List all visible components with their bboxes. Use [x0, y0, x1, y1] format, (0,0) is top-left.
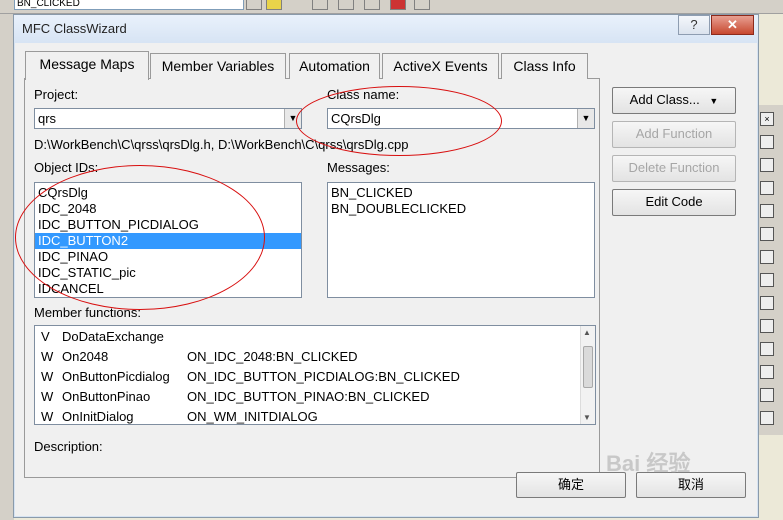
control-icon[interactable]: [760, 227, 774, 241]
member-functions-list[interactable]: V DoDataExchange W On2048 ON_IDC_2048:BN…: [34, 325, 596, 425]
add-function-button[interactable]: Add Function: [612, 121, 736, 148]
control-icon[interactable]: [760, 411, 774, 425]
messages-list[interactable]: BN_CLICKED BN_DOUBLECLICKED: [327, 182, 595, 298]
scroll-down-icon[interactable]: ▼: [583, 413, 591, 422]
tab-activex-events[interactable]: ActiveX Events: [382, 53, 499, 79]
control-icon[interactable]: [760, 250, 774, 264]
messages-label: Messages:: [327, 160, 390, 175]
control-icon[interactable]: [760, 342, 774, 356]
function-flag: W: [41, 389, 54, 404]
description-label: Description:: [34, 439, 103, 454]
function-map: ON_IDC_2048:BN_CLICKED: [187, 349, 358, 364]
list-item[interactable]: BN_DOUBLECLICKED: [328, 201, 594, 217]
toolbar-icon[interactable]: [390, 0, 406, 10]
function-map: ON_IDC_BUTTON_PINAO:BN_CLICKED: [187, 389, 430, 404]
tab-member-variables[interactable]: Member Variables: [150, 53, 286, 79]
toolbar-icon[interactable]: [364, 0, 380, 10]
table-row[interactable]: W OnButtonPinao ON_IDC_BUTTON_PINAO:BN_C…: [35, 387, 595, 407]
function-name: OnButtonPicdialog: [62, 369, 170, 384]
control-icon[interactable]: [760, 135, 774, 149]
control-icon[interactable]: [760, 204, 774, 218]
background-controls-toolbar: [755, 105, 783, 435]
background-left-panel: [0, 14, 14, 520]
add-class-button[interactable]: Add Class... ▼: [612, 87, 736, 114]
list-item[interactable]: BN_CLICKED: [328, 185, 594, 201]
toolbar-icon[interactable]: [414, 0, 430, 10]
project-combo[interactable]: qrs ▼: [34, 108, 302, 129]
add-class-label: Add Class...: [629, 92, 700, 107]
control-icon[interactable]: [760, 296, 774, 310]
project-label: Project:: [34, 87, 79, 102]
toolbar-close-icon[interactable]: ×: [760, 112, 774, 126]
control-icon[interactable]: [760, 273, 774, 287]
tab-message-maps[interactable]: Message Maps: [25, 51, 149, 80]
control-icon[interactable]: [760, 319, 774, 333]
dialog-title: MFC ClassWizard: [22, 21, 127, 36]
tab-automation[interactable]: Automation: [289, 53, 380, 79]
annotation-ellipse: [296, 86, 502, 156]
control-icon[interactable]: [760, 181, 774, 195]
delete-function-button[interactable]: Delete Function: [612, 155, 736, 182]
toolbar-icon[interactable]: [338, 0, 354, 10]
combo-dropdown-icon[interactable]: [246, 0, 262, 10]
function-map: ON_IDC_BUTTON_PICDIALOG:BN_CLICKED: [187, 369, 460, 384]
function-name: On2048: [62, 349, 109, 364]
annotation-ellipse: [15, 165, 265, 310]
edit-code-button[interactable]: Edit Code: [612, 189, 736, 216]
watermark: Bai 经验: [606, 451, 691, 476]
function-flag: W: [41, 369, 54, 384]
project-value: qrs: [38, 111, 57, 126]
function-name: DoDataExchange: [62, 329, 164, 344]
tab-class-info[interactable]: Class Info: [501, 53, 588, 79]
chevron-down-icon: ▼: [709, 96, 719, 106]
function-map: ON_WM_INITDIALOG: [187, 409, 318, 424]
control-icon[interactable]: [760, 388, 774, 402]
table-row[interactable]: V DoDataExchange: [35, 327, 595, 347]
chevron-down-icon[interactable]: ▼: [577, 109, 594, 128]
help-button[interactable]: ?: [678, 15, 710, 35]
scrollbar-thumb[interactable]: [583, 346, 593, 388]
function-name: OnButtonPinao: [62, 389, 151, 404]
table-row[interactable]: W OnButtonPicdialog ON_IDC_BUTTON_PICDIA…: [35, 367, 595, 387]
function-flag: V: [41, 329, 50, 344]
table-row[interactable]: W On2048 ON_IDC_2048:BN_CLICKED: [35, 347, 595, 367]
background-combo[interactable]: BN_CLICKED: [14, 0, 244, 10]
table-row[interactable]: W OnInitDialog ON_WM_INITDIALOG: [35, 407, 595, 424]
scroll-up-icon[interactable]: ▲: [583, 328, 591, 337]
wizard-icon[interactable]: [266, 0, 282, 10]
function-flag: W: [41, 409, 54, 424]
function-flag: W: [41, 349, 54, 364]
close-button[interactable]: ✕: [711, 15, 754, 35]
control-icon[interactable]: [760, 158, 774, 172]
toolbar-icon[interactable]: [312, 0, 328, 10]
function-name: OnInitDialog: [62, 409, 134, 424]
scrollbar[interactable]: ▲ ▼: [580, 326, 595, 424]
control-icon[interactable]: [760, 365, 774, 379]
